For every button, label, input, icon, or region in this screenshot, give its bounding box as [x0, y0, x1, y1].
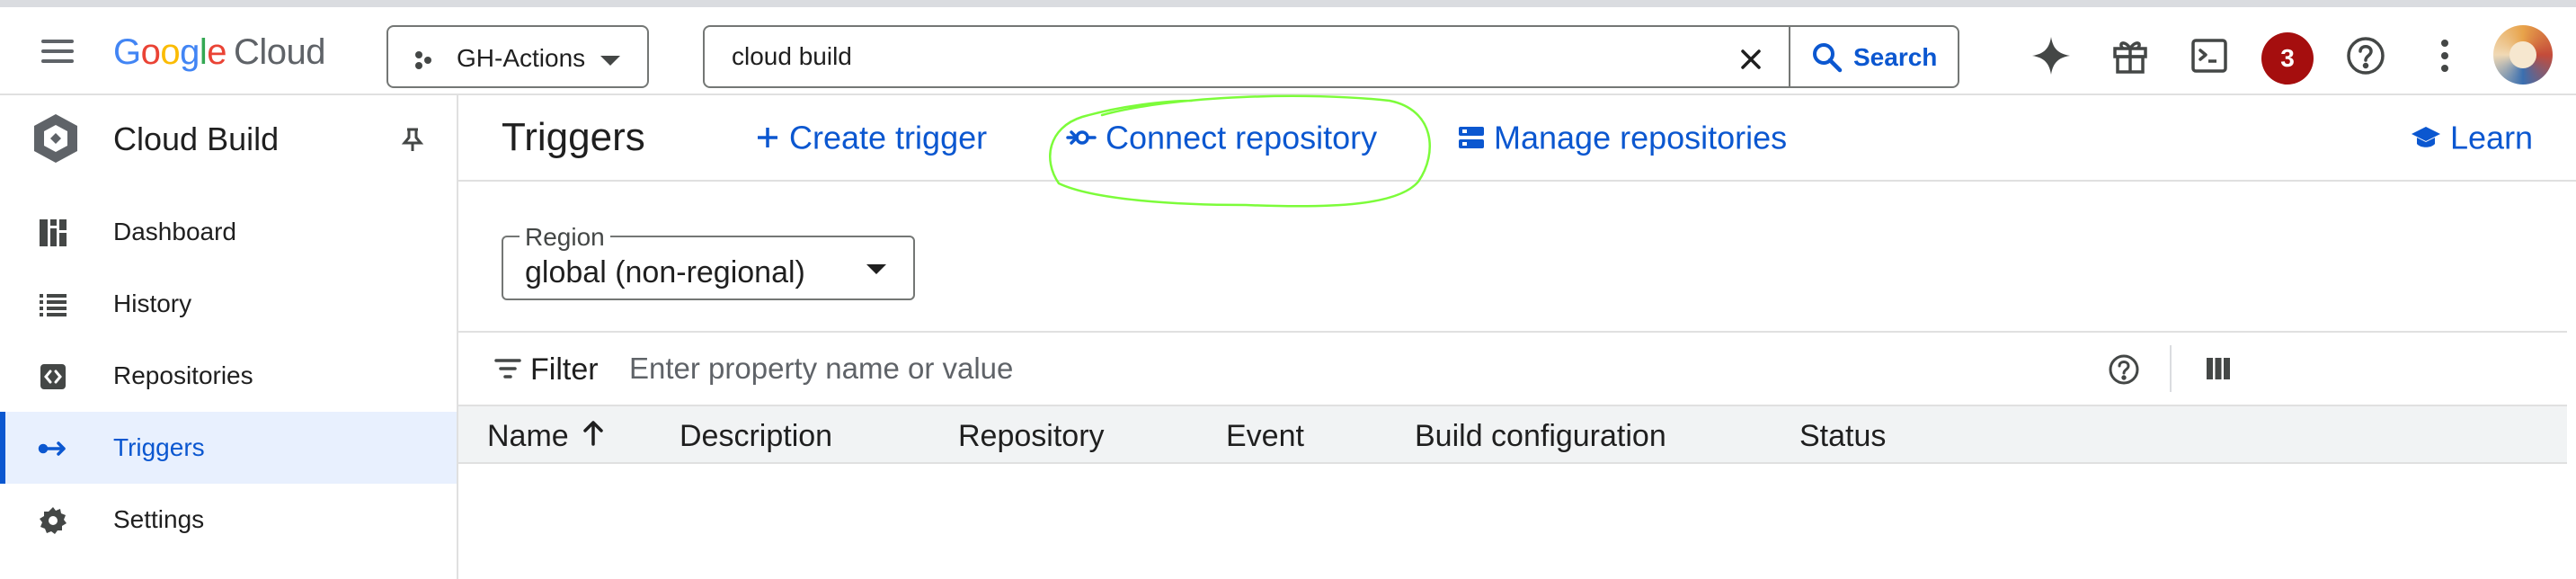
- chevron-down-icon: [600, 56, 620, 66]
- cloud-shell-icon[interactable]: [2184, 31, 2234, 81]
- project-picker[interactable]: GH-Actions: [386, 25, 649, 88]
- filter-divider: [2170, 345, 2172, 392]
- sidebar-item-dashboard[interactable]: Dashboard: [0, 196, 457, 268]
- trigger-arrows-icon: [38, 441, 66, 456]
- list-icon: [40, 294, 67, 316]
- create-trigger-button[interactable]: Create trigger: [755, 117, 987, 160]
- page-header: Triggers Create trigger Connect reposito…: [458, 94, 2576, 208]
- google-cloud-logo[interactable]: Google Cloud: [113, 32, 326, 72]
- column-header-event[interactable]: Event: [1226, 419, 1304, 454]
- column-header-status[interactable]: Status: [1799, 419, 1886, 454]
- sidebar: Cloud Build Dashboard History Repositori…: [0, 95, 458, 579]
- search-button[interactable]: Search: [1792, 27, 1958, 86]
- school-icon: [2412, 127, 2440, 148]
- search-bar: Search: [703, 25, 1959, 88]
- column-header-build-configuration[interactable]: Build configuration: [1415, 419, 1666, 454]
- pin-icon[interactable]: [399, 126, 426, 153]
- filter-label: Filter: [530, 352, 599, 387]
- sidebar-item-label: Dashboard: [113, 218, 236, 245]
- plus-icon: [758, 128, 777, 148]
- avatar[interactable]: [2493, 25, 2553, 85]
- help-icon[interactable]: [2107, 352, 2141, 387]
- search-input[interactable]: [732, 38, 1720, 76]
- column-display-icon[interactable]: [2206, 356, 2231, 381]
- sidebar-header: Cloud Build: [0, 95, 457, 182]
- more-vert-icon[interactable]: [2420, 31, 2470, 81]
- arrow-up-icon: [582, 421, 603, 446]
- search-divider: [1789, 27, 1790, 86]
- menu-icon[interactable]: [36, 34, 79, 70]
- learn-button[interactable]: Learn: [2411, 117, 2533, 160]
- top-bar: GoogleCloud GH-Actions Search: [0, 0, 2576, 95]
- storage-icon: [1459, 127, 1484, 149]
- sidebar-title: Cloud Build: [113, 120, 280, 157]
- sidebar-item-label: History: [113, 290, 192, 317]
- filter-icon: [494, 359, 521, 379]
- close-icon[interactable]: [1733, 41, 1769, 77]
- column-header-description[interactable]: Description: [680, 419, 832, 454]
- region-value: global (non-regional): [525, 255, 805, 290]
- chevron-down-icon: [866, 264, 886, 274]
- region-label: Region: [520, 223, 610, 252]
- sidebar-item-triggers[interactable]: Triggers: [0, 412, 457, 484]
- help-icon[interactable]: [2341, 31, 2391, 81]
- gift-icon[interactable]: [2105, 31, 2155, 81]
- region-select[interactable]: Region global (non-regional): [502, 223, 915, 300]
- gear-icon: [40, 507, 67, 534]
- column-header-name[interactable]: Name: [487, 419, 605, 454]
- column-header-repository[interactable]: Repository: [958, 419, 1105, 454]
- search-button-label: Search: [1853, 43, 1938, 71]
- connect-repository-button[interactable]: Connect repository: [1066, 117, 1377, 160]
- table-header: Name Description Repository Event Build …: [458, 405, 2567, 464]
- search-icon: [1813, 43, 1843, 73]
- notifications-badge[interactable]: 3: [2261, 32, 2314, 85]
- filter-bar: Filter: [458, 331, 2567, 405]
- dashboard-icon: [40, 219, 67, 246]
- cloud-build-logo-icon: [34, 114, 77, 163]
- manage-repositories-button[interactable]: Manage repositories: [1458, 117, 1787, 160]
- sidebar-item-history[interactable]: History: [0, 268, 457, 340]
- main-content: Triggers Create trigger Connect reposito…: [458, 94, 2576, 579]
- project-icon: [415, 51, 431, 69]
- project-name: GH-Actions: [457, 44, 586, 72]
- sidebar-item-label: Triggers: [113, 433, 205, 461]
- sidebar-item-settings[interactable]: Settings: [0, 484, 457, 556]
- sidebar-item-repositories[interactable]: Repositories: [0, 340, 457, 412]
- sidebar-item-label: Repositories: [113, 361, 253, 389]
- page-title: Triggers: [502, 115, 645, 159]
- gemini-sparkle-icon[interactable]: [2026, 31, 2076, 81]
- sidebar-item-label: Settings: [113, 505, 205, 533]
- code-icon: [40, 364, 66, 389]
- connect-icon: [1066, 130, 1097, 146]
- filter-input[interactable]: [629, 349, 2067, 388]
